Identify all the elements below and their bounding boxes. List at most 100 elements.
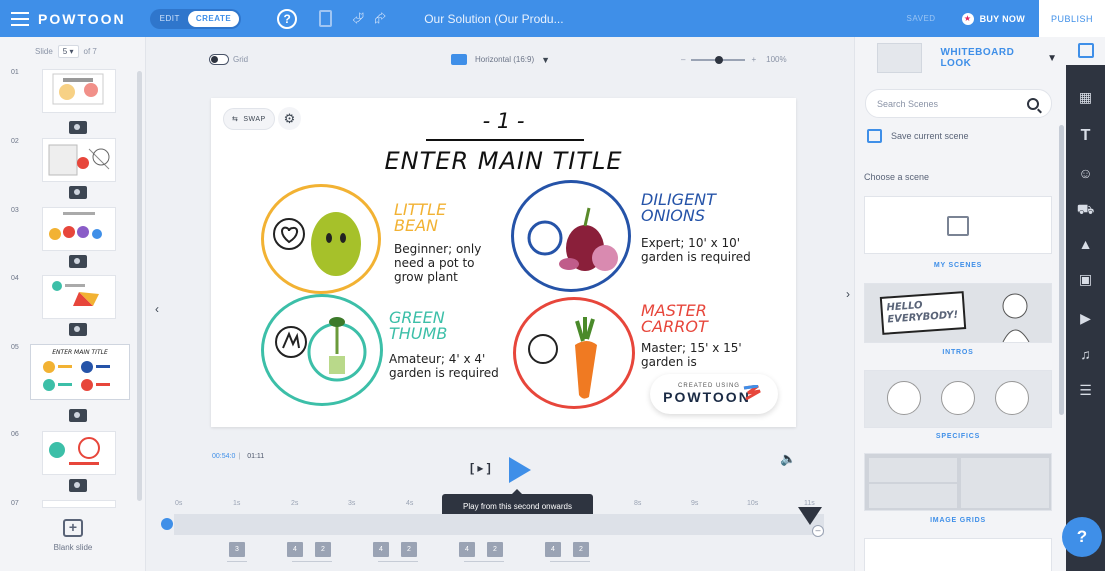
- specifics-card[interactable]: [864, 370, 1052, 428]
- tick-label: 9s: [691, 500, 699, 507]
- volume-icon[interactable]: 🔈: [780, 451, 796, 467]
- help-icon[interactable]: ?: [277, 8, 298, 29]
- tick-label: 2s: [291, 500, 299, 507]
- zoom-out-icon[interactable]: –: [681, 55, 685, 64]
- music-icon[interactable]: ♫: [1066, 346, 1105, 362]
- blank-slide-button[interactable]: + Blank slide: [0, 519, 146, 552]
- slide-number-select[interactable]: 5 ▾: [57, 45, 79, 58]
- zoom-level: 100%: [766, 55, 787, 64]
- slide-options-icon[interactable]: [69, 323, 87, 336]
- create-mode-button[interactable]: CREATE: [187, 10, 240, 27]
- main-title[interactable]: ENTER MAIN TITLE: [211, 147, 796, 175]
- search-icon[interactable]: [1027, 97, 1039, 110]
- zoom-control[interactable]: – + 100%: [681, 55, 787, 64]
- slide-number: 07: [11, 500, 19, 507]
- timeline-chip[interactable]: 4: [287, 542, 303, 557]
- timeline-chip[interactable]: 2: [401, 542, 417, 557]
- buy-now-button[interactable]: ★ BUY NOW: [961, 12, 1025, 25]
- item-diligent-onions[interactable]: DILIGENT ONIONS Expert; 10' x 10' garden…: [511, 180, 791, 295]
- props-icon[interactable]: ⛟: [1066, 201, 1105, 220]
- timeline-chip[interactable]: 2: [573, 542, 589, 557]
- save-current-scene-button[interactable]: Save current scene: [867, 129, 969, 143]
- chip-underline: [378, 561, 418, 562]
- slide-thumbnail[interactable]: [42, 207, 116, 251]
- background-icon[interactable]: ▦: [1066, 89, 1105, 106]
- powtoon-watermark[interactable]: CREATED USING POWTOON: [650, 374, 778, 414]
- style-selector[interactable]: WHITEBOARD LOOK ▼: [855, 37, 1067, 79]
- text-icon[interactable]: T: [1066, 127, 1105, 145]
- search-scenes-input[interactable]: Search Scenes: [865, 89, 1052, 118]
- image-grids-card[interactable]: [864, 453, 1052, 511]
- timeline-chip[interactable]: 2: [315, 542, 331, 557]
- help-button[interactable]: ?: [1062, 517, 1102, 557]
- timeline-collapse-icon[interactable]: –: [812, 525, 824, 537]
- item-green-thumb[interactable]: GREEN THUMB Amateur; 4' x 4' garden is r…: [261, 294, 501, 414]
- timeline-chip[interactable]: 3: [229, 542, 245, 557]
- timeline-chip[interactable]: 2: [487, 542, 503, 557]
- category-label: MY SCENES: [933, 262, 983, 269]
- video-icon[interactable]: ▶: [1066, 310, 1105, 327]
- redo-icon[interactable]: ⮳: [374, 11, 386, 26]
- timeline-chip[interactable]: 4: [459, 542, 475, 557]
- timeline-track[interactable]: [174, 514, 824, 535]
- grid-cell: [869, 458, 957, 482]
- play-icon[interactable]: [509, 457, 531, 483]
- slide-thumbnail[interactable]: [42, 500, 116, 508]
- slides-scrollbar[interactable]: [137, 71, 142, 501]
- tick-label: 8s: [634, 500, 642, 507]
- buy-now-label: BUY NOW: [979, 13, 1025, 24]
- toggle-switch[interactable]: [209, 54, 229, 65]
- slide-thumbnail[interactable]: [42, 431, 116, 475]
- item-description: Expert; 10' x 10' garden is required: [641, 236, 751, 264]
- scenes-tab[interactable]: [1066, 37, 1105, 65]
- slide-options-icon[interactable]: [69, 186, 87, 199]
- slide-thumbnail-active[interactable]: ENTER MAIN TITLE: [30, 344, 130, 400]
- notes-icon[interactable]: [319, 10, 333, 27]
- chevron-right-icon[interactable]: ›: [846, 287, 850, 301]
- slide-number-text[interactable]: - 1 -: [211, 109, 796, 133]
- intros-card[interactable]: HELLO EVERYBODY!: [864, 283, 1052, 343]
- media-icon[interactable]: ▣: [1066, 271, 1105, 288]
- scene-card[interactable]: [864, 538, 1052, 571]
- chip-underline: [464, 561, 504, 562]
- slide-number: 05: [11, 344, 19, 351]
- timeline-chip[interactable]: 4: [545, 542, 561, 557]
- my-scenes-card[interactable]: [864, 196, 1052, 254]
- category-label: SPECIFICS: [935, 433, 981, 440]
- slide-options-icon[interactable]: [69, 121, 87, 134]
- grid-toggle[interactable]: Grid: [209, 54, 248, 65]
- item-little-bean[interactable]: LITTLE BEAN Beginner; only need a pot to…: [261, 184, 501, 294]
- publish-button[interactable]: PUBLISH: [1039, 0, 1105, 37]
- characters-icon[interactable]: ☺: [1066, 165, 1105, 181]
- shapes-icon[interactable]: ▲: [1066, 236, 1105, 252]
- gear-icon: [941, 381, 975, 415]
- zoom-slider-handle[interactable]: [715, 55, 724, 64]
- chevron-left-icon[interactable]: ‹: [155, 302, 159, 316]
- menu-icon[interactable]: [11, 11, 29, 26]
- zoom-in-icon[interactable]: +: [751, 55, 756, 64]
- undo-icon[interactable]: ⮰: [352, 11, 364, 26]
- transitions-icon[interactable]: ☰: [1066, 382, 1105, 399]
- scenes-scrollbar[interactable]: [1059, 125, 1064, 415]
- aspect-ratio-select[interactable]: Horizontal (16:9) ▼: [451, 54, 550, 65]
- mode-toggle[interactable]: EDIT CREATE: [149, 8, 242, 29]
- timeline-start-handle[interactable]: [161, 518, 173, 530]
- item-description: Beginner; only need a pot to grow plant: [394, 242, 482, 284]
- slide-number: 06: [11, 431, 19, 438]
- slide-options-icon[interactable]: [69, 479, 87, 492]
- document-title[interactable]: Our Solution (Our Produ...: [424, 12, 563, 26]
- slide-thumbnail[interactable]: [42, 138, 116, 182]
- timeline-ruler: 0s 1s 2s 3s 4s 8s 9s 10s 11s: [172, 500, 822, 510]
- edit-mode-button[interactable]: EDIT: [152, 11, 188, 27]
- slide-options-icon[interactable]: [69, 255, 87, 268]
- item-description: Amateur; 4' x 4' garden is required: [389, 352, 499, 380]
- slide-options-icon[interactable]: [69, 409, 87, 422]
- slide-thumbnail[interactable]: [42, 69, 116, 113]
- timeline-end-handle[interactable]: [798, 507, 822, 525]
- zoom-slider[interactable]: [691, 55, 746, 64]
- play-from-here-button[interactable]: [ ▸ ]: [470, 461, 491, 475]
- slide-canvas[interactable]: ⇆ SWAP ⚙ - 1 - ENTER MAIN TITLE LITTLE BE…: [211, 98, 796, 427]
- tick-label: 0s: [175, 500, 183, 507]
- slide-thumbnail[interactable]: [42, 275, 116, 319]
- timeline-chip[interactable]: 4: [373, 542, 389, 557]
